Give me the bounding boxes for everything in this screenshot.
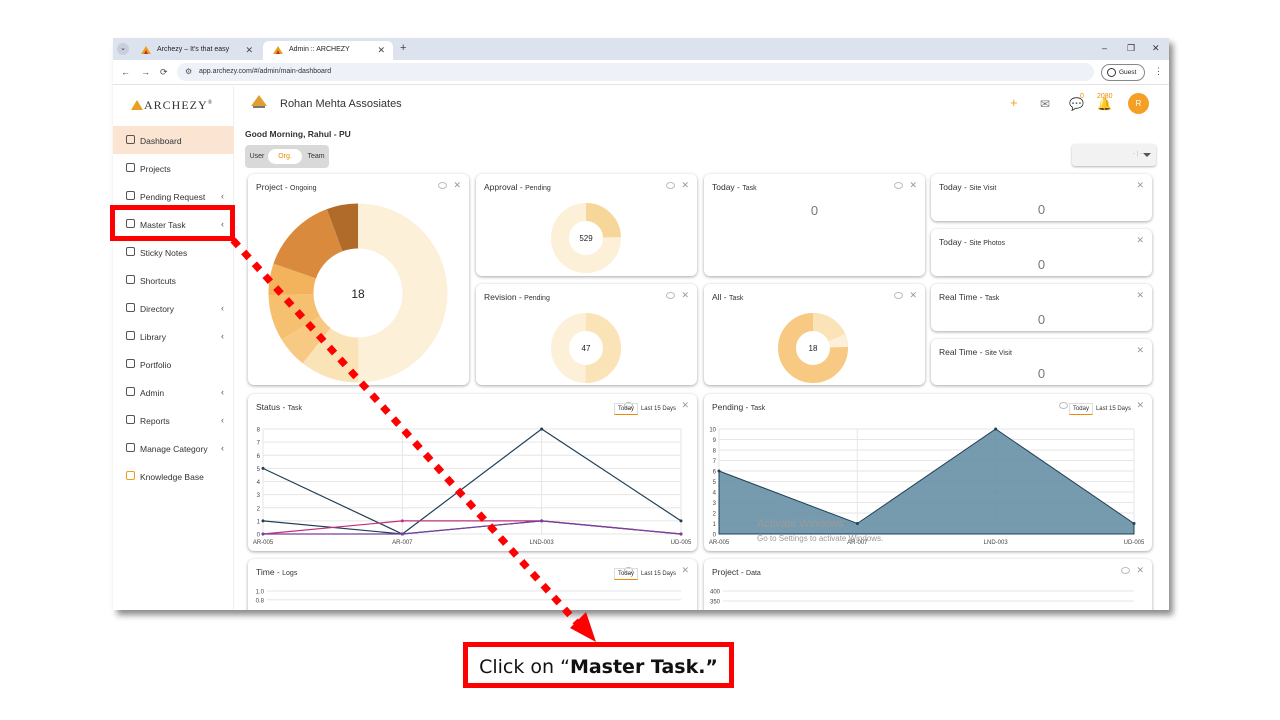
dotted-arrow-line [230,237,581,627]
instruction-box: Click on “Master Task.” [463,642,734,688]
arrow-head-icon [570,612,596,642]
callout-arrow [230,237,596,642]
